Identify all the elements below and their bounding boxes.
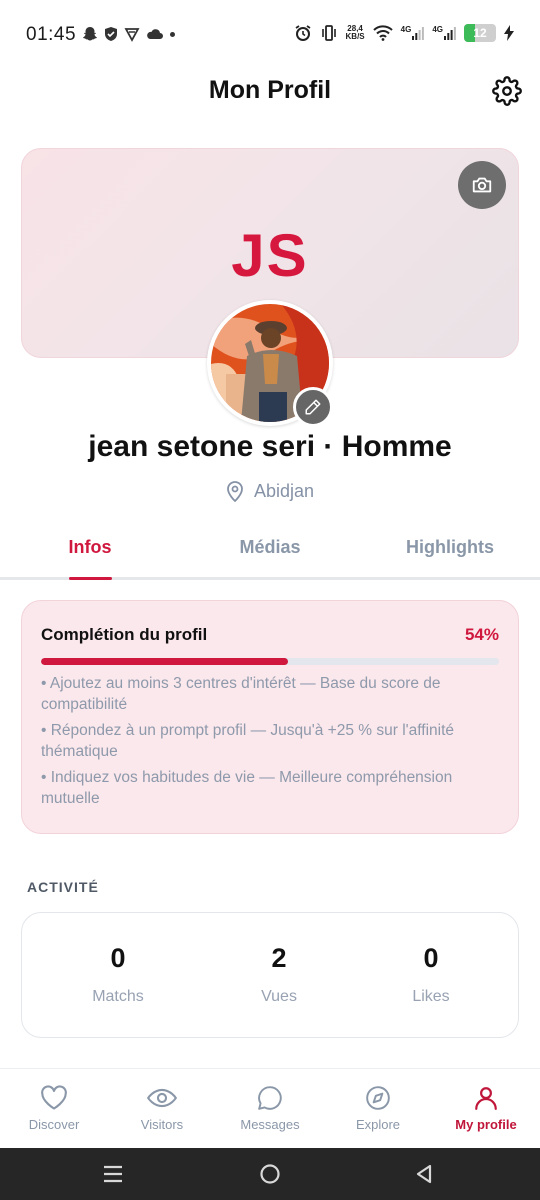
home-button[interactable] bbox=[259, 1163, 281, 1185]
pencil-icon bbox=[305, 399, 321, 415]
tab-medias[interactable]: Médias bbox=[180, 526, 360, 577]
back-triangle-icon bbox=[416, 1164, 432, 1184]
stat-value: 0 bbox=[110, 943, 126, 973]
profile-completion-card[interactable]: Complétion du profil 54% • Ajoutez au mo… bbox=[21, 600, 519, 834]
change-cover-button[interactable] bbox=[458, 161, 506, 209]
heart-icon bbox=[41, 1085, 67, 1110]
status-bar: 01:45 28,4 KB/S 4G 4G 12 bbox=[0, 0, 540, 70]
menu-icon bbox=[104, 1165, 122, 1183]
completion-title: Complétion du profil bbox=[41, 625, 208, 644]
tab-medias-label: Médias bbox=[239, 537, 301, 557]
shield-icon bbox=[105, 27, 117, 41]
completion-progress-bar bbox=[41, 658, 499, 665]
cover-initials: JS bbox=[231, 222, 309, 289]
stat-likes[interactable]: 0 Likes bbox=[361, 943, 501, 1006]
battery-level: 12 bbox=[473, 26, 487, 40]
eye-icon bbox=[147, 1088, 177, 1108]
bottom-navigation: Discover Visitors Messages Explore My pr… bbox=[0, 1068, 540, 1148]
nav-discover[interactable]: Discover bbox=[0, 1069, 108, 1148]
profile-name: jean setone seri · Homme bbox=[88, 430, 452, 463]
stat-matchs[interactable]: 0 Matchs bbox=[48, 943, 188, 1006]
settings-button[interactable] bbox=[492, 76, 522, 106]
profile-tabs: Infos Médias Highlights bbox=[0, 526, 540, 580]
stat-value: 0 bbox=[423, 943, 439, 973]
nav-label: Discover bbox=[28, 1117, 80, 1132]
charging-icon bbox=[504, 25, 514, 41]
signal-1: 4G bbox=[401, 26, 425, 40]
tab-infos[interactable]: Infos bbox=[0, 526, 180, 580]
completion-percent: 54% bbox=[464, 625, 499, 644]
back-button[interactable] bbox=[414, 1163, 434, 1185]
gear-icon bbox=[492, 76, 522, 106]
home-circle-icon bbox=[260, 1164, 280, 1184]
completion-progress-fill bbox=[41, 658, 289, 665]
nav-label: Explore bbox=[355, 1117, 401, 1132]
recent-apps-button[interactable] bbox=[102, 1164, 124, 1184]
completion-tip: • Indiquez vos habitudes de vie — Meille… bbox=[41, 769, 453, 807]
chat-bubble-icon bbox=[258, 1086, 282, 1110]
completion-tip: • Ajoutez au moins 3 centres d'intérêt —… bbox=[41, 675, 441, 713]
completion-tip: • Répondez à un prompt profil — Jusqu'à … bbox=[41, 722, 454, 760]
completion-tips: • Ajoutez au moins 3 centres d'intérêt —… bbox=[41, 673, 501, 814]
active-tab-indicator bbox=[69, 577, 112, 580]
signal-icon bbox=[444, 27, 456, 40]
nav-my-profile[interactable]: My profile bbox=[432, 1069, 540, 1148]
stat-label: Matchs bbox=[92, 988, 144, 1005]
signal-2: 4G bbox=[432, 26, 456, 40]
stat-value: 2 bbox=[271, 943, 287, 973]
vibrate-icon bbox=[321, 25, 336, 41]
activity-card: 0 Matchs 2 Vues 0 Likes bbox=[21, 912, 519, 1038]
status-time: 01:45 bbox=[26, 24, 77, 45]
vpn-icon bbox=[124, 28, 140, 42]
sim2-label: 4G bbox=[432, 25, 443, 34]
tab-infos-label: Infos bbox=[68, 537, 112, 557]
net-speed: 28,4 KB/S bbox=[346, 25, 365, 41]
system-icons: 28,4 KB/S 4G 4G 12 bbox=[294, 24, 514, 42]
nav-messages[interactable]: Messages bbox=[216, 1069, 324, 1148]
page-title: Mon Profil bbox=[208, 76, 332, 104]
location-pin-icon bbox=[227, 481, 243, 502]
nav-label: Visitors bbox=[140, 1117, 184, 1132]
camera-icon bbox=[472, 177, 492, 193]
more-dot-icon bbox=[170, 31, 175, 37]
nav-visitors[interactable]: Visitors bbox=[108, 1069, 216, 1148]
nav-label: My profile bbox=[455, 1117, 517, 1132]
battery-indicator: 12 bbox=[464, 24, 496, 42]
stat-label: Vues bbox=[261, 988, 297, 1005]
profile-location: Abidjan bbox=[0, 480, 540, 502]
compass-icon bbox=[366, 1086, 390, 1110]
cloud-icon bbox=[147, 29, 163, 39]
nav-label: Messages bbox=[240, 1117, 300, 1132]
stat-vues[interactable]: 2 Vues bbox=[209, 943, 349, 1006]
nav-explore[interactable]: Explore bbox=[324, 1069, 432, 1148]
stat-label: Likes bbox=[412, 988, 450, 1005]
alarm-icon bbox=[295, 25, 311, 41]
activity-section-title: ACTIVITÉ bbox=[27, 879, 99, 895]
snapchat-icon bbox=[83, 27, 97, 41]
user-icon bbox=[475, 1087, 497, 1110]
tab-highlights-label: Highlights bbox=[406, 537, 494, 557]
net-speed-unit: KB/S bbox=[345, 32, 365, 41]
system-navigation-bar bbox=[0, 1148, 540, 1200]
location-text: Abidjan bbox=[253, 480, 315, 501]
wifi-icon bbox=[372, 25, 393, 41]
notification-icons bbox=[82, 26, 175, 42]
sim1-label: 4G bbox=[400, 25, 412, 34]
signal-icon bbox=[412, 27, 425, 40]
tab-highlights[interactable]: Highlights bbox=[360, 526, 540, 577]
edit-avatar-button[interactable] bbox=[293, 387, 333, 427]
